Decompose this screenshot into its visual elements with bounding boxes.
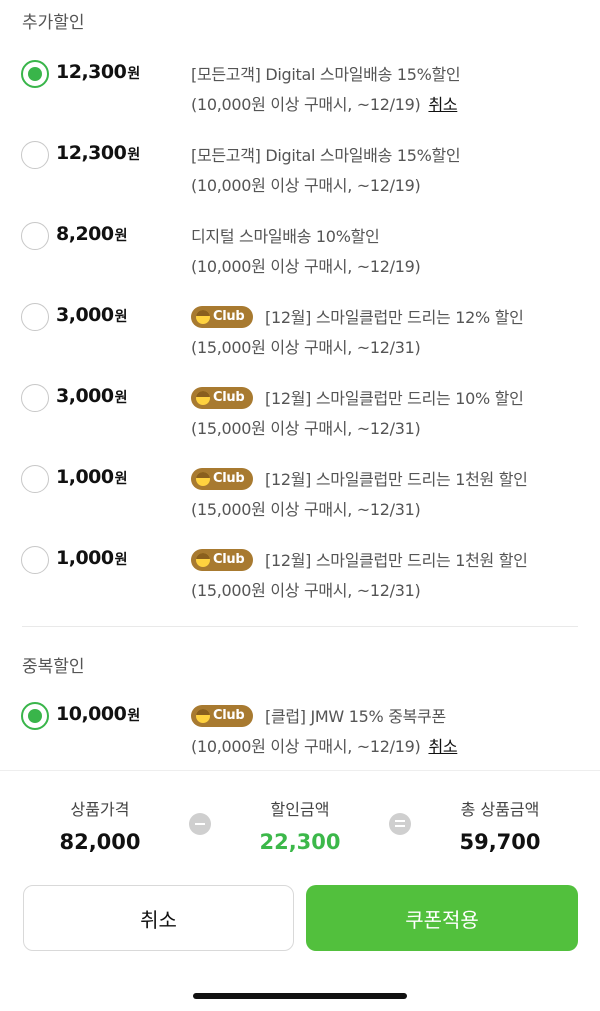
discount-condition: (10,000원 이상 구매시, ~12/19) — [191, 257, 421, 276]
discount-amount: 12,300원 — [56, 61, 140, 83]
discount-amount-value: 8,200 — [56, 223, 114, 245]
discount-description: Club [클럽] JMW 15% 중복쿠폰 (10,000원 이상 구매시, ~1… — [191, 702, 591, 762]
discount-option-row[interactable]: 3,000원 Club [12월] 스마일클럽만 드리는 12% 할인 (15,000… — [0, 301, 600, 371]
discount-amount: 1,000원 — [56, 547, 128, 569]
discount-amount-value: 1,000 — [56, 466, 114, 488]
cancel-discount-link[interactable]: 취소 — [428, 737, 457, 756]
discount-option-row[interactable]: 3,000원 Club [12월] 스마일클럽만 드리는 10% 할인 (15,000… — [0, 382, 600, 452]
home-indicator — [193, 993, 407, 999]
additional-discount-title: 추가할인 — [22, 13, 85, 33]
section-divider — [22, 626, 578, 627]
discount-description: Club [12월] 스마일클럽만 드리는 10% 할인 (15,000원 이상 구… — [191, 384, 591, 444]
discount-amount-value: 3,000 — [56, 385, 114, 407]
total-value: 59,700 — [459, 830, 541, 854]
smile-icon — [196, 553, 210, 567]
discount-label: 할인금액 — [270, 800, 330, 819]
discount-amount-value: 3,000 — [56, 304, 114, 326]
discount-description: [모든고객] Digital 스마일배송 15%할인 (10,000원 이상 구매… — [191, 141, 591, 201]
equals-icon — [389, 813, 411, 835]
discount-amount: 3,000원 — [56, 304, 128, 326]
summary-divider — [0, 770, 600, 771]
summary-discount: 할인금액 22,300 — [240, 796, 360, 854]
club-badge-label: Club — [213, 309, 245, 324]
discount-title: 디지털 스마일배송 10%할인 — [191, 227, 380, 246]
discount-amount-unit: 원 — [114, 309, 128, 325]
discount-amount-unit: 원 — [114, 552, 128, 568]
discount-option-row[interactable]: 8,200원 디지털 스마일배송 10%할인 (10,000원 이상 구매시, ~1… — [0, 220, 600, 290]
discount-condition: (10,000원 이상 구매시, ~12/19) — [191, 737, 421, 756]
total-label: 총 상품금액 — [460, 800, 540, 819]
radio-checked-icon[interactable] — [21, 702, 49, 730]
price-value: 82,000 — [59, 830, 141, 854]
smile-icon — [196, 472, 210, 486]
discount-amount: 8,200원 — [56, 223, 128, 245]
discount-amount-unit: 원 — [114, 228, 128, 244]
radio-unchecked-icon[interactable] — [21, 141, 49, 169]
discount-amount-unit: 원 — [127, 708, 141, 724]
price-label: 상품가격 — [70, 800, 130, 819]
smile-icon — [196, 391, 210, 405]
discount-description: Club [12월] 스마일클럽만 드리는 12% 할인 (15,000원 이상 구… — [191, 303, 591, 363]
discount-option-row[interactable]: 1,000원 Club [12월] 스마일클럽만 드리는 1천원 할인 (15,000… — [0, 463, 600, 533]
discount-description: 디지털 스마일배송 10%할인 (10,000원 이상 구매시, ~12/19) — [191, 222, 591, 282]
discount-condition: (15,000원 이상 구매시, ~12/31) — [191, 581, 421, 600]
discount-amount: 3,000원 — [56, 385, 128, 407]
club-badge: Club — [191, 468, 253, 490]
discount-amount-value: 12,300 — [56, 142, 127, 164]
discount-amount-unit: 원 — [114, 471, 128, 487]
discount-description: Club [12월] 스마일클럽만 드리는 1천원 할인 (15,000원 이상 구… — [191, 465, 591, 525]
radio-checked-icon[interactable] — [21, 60, 49, 88]
radio-unchecked-icon[interactable] — [21, 222, 49, 250]
discount-amount-value: 1,000 — [56, 547, 114, 569]
discount-condition: (15,000원 이상 구매시, ~12/31) — [191, 338, 421, 357]
club-badge: Club — [191, 549, 253, 571]
discount-title: [12월] 스마일클럽만 드리는 10% 할인 — [265, 389, 524, 408]
club-badge: Club — [191, 306, 253, 328]
discount-amount-unit: 원 — [127, 147, 141, 163]
discount-title: [모든고객] Digital 스마일배송 15%할인 — [191, 146, 461, 165]
discount-option-row[interactable]: 12,300원 [모든고객] Digital 스마일배송 15%할인 (10,000… — [0, 139, 600, 209]
discount-option-row[interactable]: 10,000원 Club [클럽] JMW 15% 중복쿠폰 (10,000원 이상 … — [0, 700, 600, 770]
discount-condition: (15,000원 이상 구매시, ~12/31) — [191, 419, 421, 438]
discount-amount-value: 12,300 — [56, 61, 127, 83]
discount-amount: 10,000원 — [56, 703, 140, 725]
discount-amount: 12,300원 — [56, 142, 140, 164]
discount-value: 22,300 — [259, 830, 341, 854]
discount-title: [클럽] JMW 15% 중복쿠폰 — [265, 707, 446, 726]
club-badge: Club — [191, 387, 253, 409]
overlap-discount-title: 중복할인 — [22, 657, 85, 677]
discount-title: [12월] 스마일클럽만 드리는 1천원 할인 — [265, 470, 528, 489]
discount-option-row[interactable]: 1,000원 Club [12월] 스마일클럽만 드리는 1천원 할인 (15,000… — [0, 544, 600, 614]
discount-amount-unit: 원 — [127, 66, 141, 82]
summary-total: 총 상품금액 59,700 — [430, 796, 570, 854]
apply-coupon-button[interactable]: 쿠폰적용 — [306, 885, 578, 951]
club-badge-label: Club — [213, 471, 245, 486]
discount-option-row[interactable]: 12,300원 [모든고객] Digital 스마일배송 15%할인 (10,000… — [0, 58, 600, 128]
discount-condition: (15,000원 이상 구매시, ~12/31) — [191, 500, 421, 519]
discount-amount-unit: 원 — [114, 390, 128, 406]
discount-title: [모든고객] Digital 스마일배송 15%할인 — [191, 65, 461, 84]
smile-icon — [196, 709, 210, 723]
club-badge-label: Club — [213, 708, 245, 723]
radio-unchecked-icon[interactable] — [21, 303, 49, 331]
cancel-discount-link[interactable]: 취소 — [428, 95, 457, 114]
club-badge: Club — [191, 705, 253, 727]
discount-title: [12월] 스마일클럽만 드리는 12% 할인 — [265, 308, 524, 327]
radio-unchecked-icon[interactable] — [21, 384, 49, 412]
radio-unchecked-icon[interactable] — [21, 546, 49, 574]
smile-icon — [196, 310, 210, 324]
discount-amount: 1,000원 — [56, 466, 128, 488]
discount-amount-value: 10,000 — [56, 703, 127, 725]
club-badge-label: Club — [213, 390, 245, 405]
radio-unchecked-icon[interactable] — [21, 465, 49, 493]
discount-title: [12월] 스마일클럽만 드리는 1천원 할인 — [265, 551, 528, 570]
cancel-button[interactable]: 취소 — [23, 885, 294, 951]
discount-description: [모든고객] Digital 스마일배송 15%할인 (10,000원 이상 구매… — [191, 60, 591, 120]
discount-condition: (10,000원 이상 구매시, ~12/19) — [191, 176, 421, 195]
discount-description: Club [12월] 스마일클럽만 드리는 1천원 할인 (15,000원 이상 구… — [191, 546, 591, 606]
discount-condition: (10,000원 이상 구매시, ~12/19) — [191, 95, 421, 114]
club-badge-label: Club — [213, 552, 245, 567]
summary-price: 상품가격 82,000 — [40, 796, 160, 854]
minus-icon — [189, 813, 211, 835]
